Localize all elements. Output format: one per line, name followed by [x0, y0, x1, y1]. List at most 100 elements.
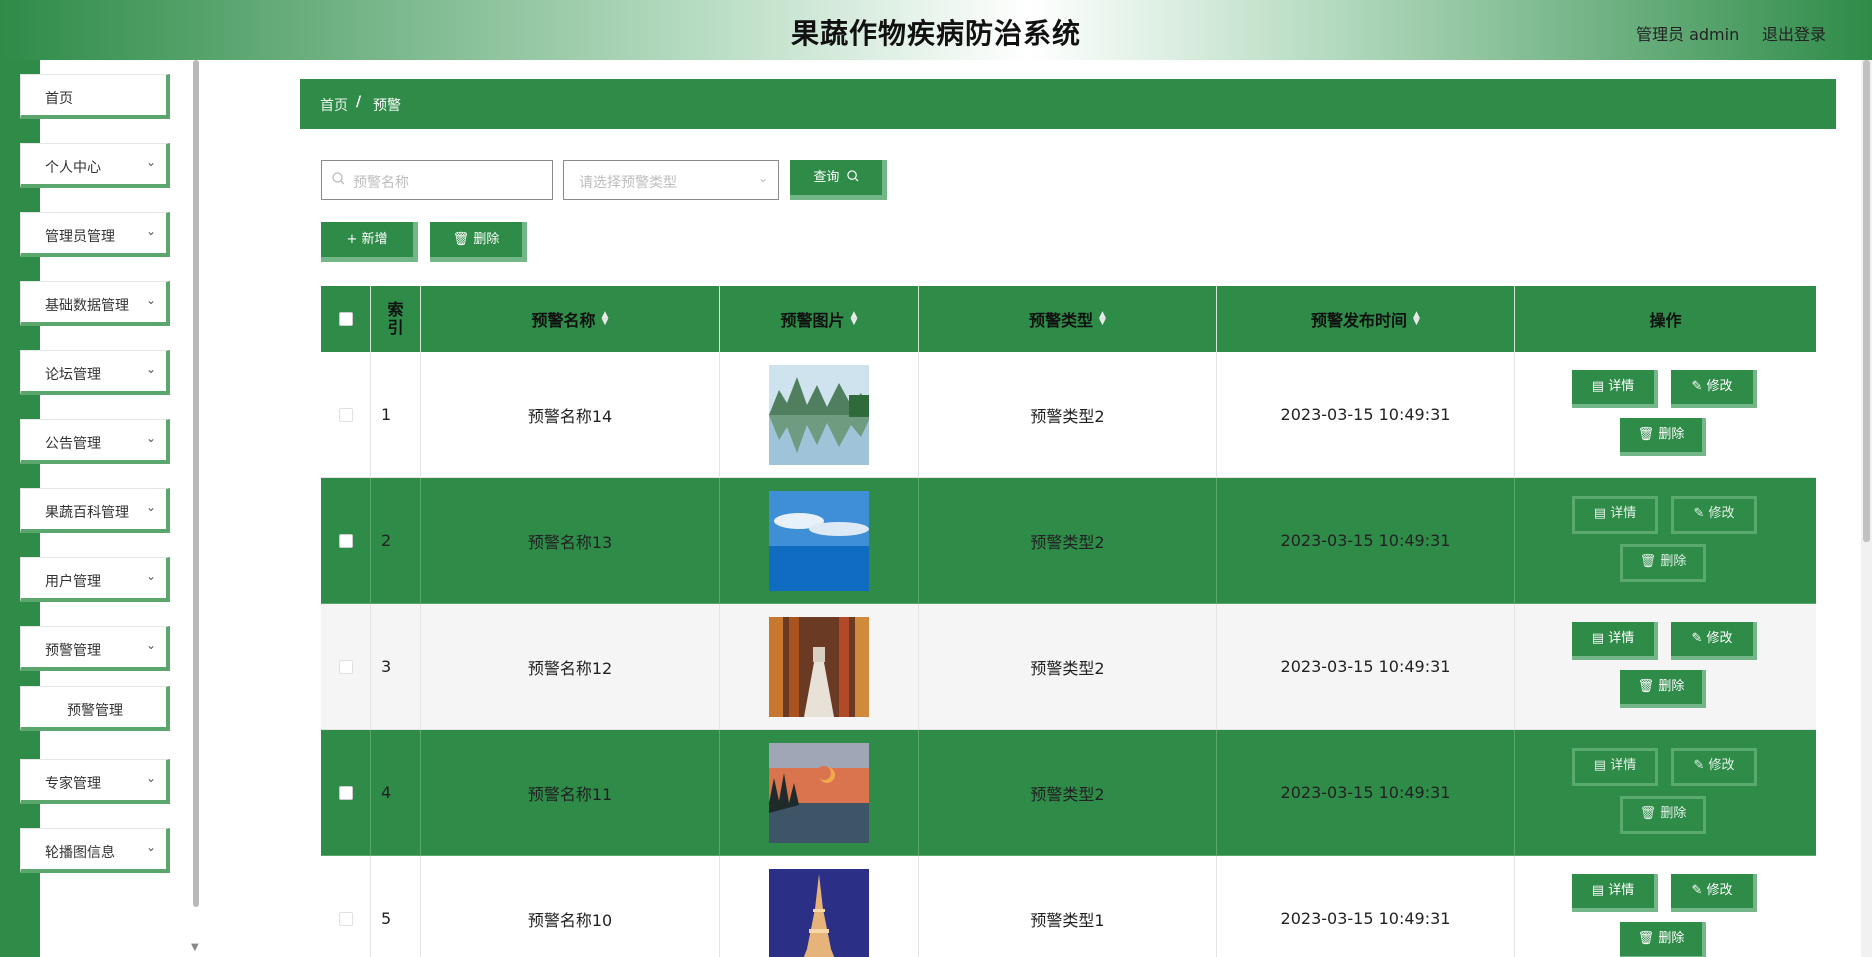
- delete-button[interactable]: 🗑 删除: [1620, 796, 1706, 834]
- warning-image-eiffel-tower[interactable]: [769, 868, 869, 957]
- warning-image-corridor[interactable]: [769, 616, 869, 717]
- time-cell: 2023-03-15 10:49:31: [1217, 478, 1515, 604]
- row-checkbox[interactable]: [338, 659, 353, 674]
- trash-icon: 🗑: [1637, 427, 1655, 442]
- plus-icon: +: [346, 232, 358, 247]
- sidebar: 首页 个人中心 ⌄ 管理员管理 ⌄ 基础数据管理 ⌄ 论坛管理 ⌄ 公告管理 ⌄…: [0, 60, 200, 957]
- sidebar-item-label: 专家管理: [45, 776, 101, 792]
- sidebar-item-carousel[interactable]: 轮播图信息 ⌄: [20, 828, 170, 873]
- sort-icon[interactable]: ▲ ▼: [602, 311, 609, 327]
- detail-button[interactable]: ▤ 详情: [1572, 496, 1658, 534]
- edit-button[interactable]: ✎ 修改: [1671, 748, 1757, 786]
- sidebar-item-experts[interactable]: 专家管理 ⌄: [20, 759, 170, 804]
- warning-table: 索引 预警名称 ▲ ▼ 预警图片 ▲ ▼ 预警类型 ▲ ▼ 预警发布时间 ▲ ▼ 操作 1 预警…: [321, 286, 1816, 957]
- edit-button[interactable]: ✎ 修改: [1671, 496, 1757, 534]
- detail-button[interactable]: ▤ 详情: [1572, 874, 1658, 912]
- column-header-actions: 操作: [1515, 286, 1816, 352]
- detail-button[interactable]: ▤ 详情: [1572, 622, 1658, 660]
- chevron-down-icon: ⌄: [145, 155, 156, 169]
- sidebar-item-label: 基础数据管理: [45, 298, 129, 314]
- chevron-down-icon: ⌄: [145, 840, 156, 854]
- table-row: 3 预警名称12 预警类型2 2023-03-15 10:49:31 ▤ 详情 …: [321, 604, 1816, 730]
- column-header-image[interactable]: 预警图片 ▲ ▼: [720, 286, 919, 352]
- column-label: 操作: [1649, 311, 1682, 330]
- delete-button[interactable]: 🗑 删除: [1620, 670, 1706, 708]
- warning-type-select[interactable]: 请选择预警类型 ⌄: [563, 160, 779, 200]
- name-cell: 预警名称13: [421, 478, 720, 604]
- index-cell: 5: [371, 856, 421, 957]
- column-header-name[interactable]: 预警名称 ▲ ▼: [421, 286, 720, 352]
- delete-button[interactable]: 🗑 删除: [1620, 418, 1706, 456]
- delete-label: 删除: [1660, 806, 1687, 821]
- trash-icon: 🗑: [1637, 679, 1655, 694]
- row-checkbox[interactable]: [338, 407, 353, 422]
- row-checkbox[interactable]: [338, 911, 353, 926]
- add-button[interactable]: + 新增: [321, 222, 418, 262]
- page-scrollbar[interactable]: [1861, 60, 1872, 957]
- row-select-cell: [321, 730, 371, 856]
- sidebar-item-forum[interactable]: 论坛管理 ⌄: [20, 350, 170, 395]
- search-placeholder: 预警名称: [353, 175, 409, 191]
- sidebar-item-encyclopedia[interactable]: 果蔬百科管理 ⌄: [20, 488, 170, 533]
- edit-label: 修改: [1706, 379, 1733, 394]
- edit-button[interactable]: ✎ 修改: [1671, 622, 1757, 660]
- detail-button[interactable]: ▤ 详情: [1572, 748, 1658, 786]
- warning-image-ocean-sky[interactable]: [769, 490, 869, 591]
- breadcrumb-home[interactable]: 首页: [320, 95, 348, 115]
- warning-image-mountain-lake[interactable]: [769, 364, 869, 465]
- warning-name-search-input[interactable]: 预警名称: [321, 160, 553, 200]
- warning-image-moon-sunset[interactable]: [769, 742, 869, 843]
- index-cell: 1: [371, 352, 421, 478]
- batch-delete-button[interactable]: 🗑 删除: [430, 222, 527, 262]
- row-checkbox[interactable]: [338, 785, 353, 800]
- name-cell: 预警名称14: [421, 352, 720, 478]
- sidebar-item-users[interactable]: 用户管理 ⌄: [20, 557, 170, 602]
- delete-label: 删除: [1658, 679, 1685, 694]
- column-header-type[interactable]: 预警类型 ▲ ▼: [919, 286, 1217, 352]
- sidebar-scroll-thumb[interactable]: [193, 60, 199, 907]
- scroll-down-arrow-icon[interactable]: ▼: [191, 942, 199, 953]
- page-scroll-thumb[interactable]: [1863, 60, 1870, 542]
- sidebar-item-profile[interactable]: 个人中心 ⌄: [20, 143, 170, 188]
- delete-label: 删除: [1658, 427, 1685, 442]
- edit-button[interactable]: ✎ 修改: [1671, 874, 1757, 912]
- pencil-icon: ✎: [1693, 758, 1705, 773]
- sort-icon[interactable]: ▲ ▼: [1413, 311, 1420, 327]
- column-header-time[interactable]: 预警发布时间 ▲ ▼: [1217, 286, 1515, 352]
- pencil-icon: ✎: [1691, 883, 1703, 898]
- image-cell: [720, 856, 919, 957]
- actions-cell: [1515, 730, 1816, 856]
- sort-icon[interactable]: ▲ ▼: [851, 311, 858, 327]
- search-icon: [332, 172, 345, 189]
- sidebar-subitem-warnings[interactable]: 预警管理: [20, 686, 170, 731]
- sidebar-item-notices[interactable]: 公告管理 ⌄: [20, 419, 170, 464]
- row-select-cell: [321, 856, 371, 957]
- delete-button[interactable]: 🗑 删除: [1620, 544, 1706, 582]
- time-cell: 2023-03-15 10:49:31: [1217, 856, 1515, 957]
- query-button[interactable]: 查询: [790, 160, 887, 200]
- edit-label: 修改: [1708, 506, 1735, 521]
- name-cell: 预警名称10: [421, 856, 720, 957]
- actions-cell: [1515, 478, 1816, 604]
- edit-button[interactable]: ✎ 修改: [1671, 370, 1757, 408]
- table-row: 2 预警名称13 预警类型2 2023-03-15 10:49:31 ▤ 详情 …: [321, 478, 1816, 604]
- sidebar-item-warnings[interactable]: 预警管理 ⌄: [20, 626, 170, 671]
- breadcrumb: 首页 / 预警: [300, 79, 1836, 129]
- top-header: 果蔬作物疾病防治系统 管理员 admin 退出登录: [0, 0, 1872, 60]
- sidebar-item-home[interactable]: 首页: [20, 74, 170, 119]
- sidebar-item-admins[interactable]: 管理员管理 ⌄: [20, 212, 170, 257]
- column-label: 预警图片: [780, 311, 845, 330]
- sidebar-item-basic-data[interactable]: 基础数据管理 ⌄: [20, 281, 170, 326]
- time-cell: 2023-03-15 10:49:31: [1217, 352, 1515, 478]
- row-checkbox[interactable]: [338, 533, 353, 548]
- select-placeholder: 请选择预警类型: [579, 175, 677, 191]
- logout-link[interactable]: 退出登录: [1762, 21, 1826, 45]
- actions-cell: [1515, 604, 1816, 730]
- index-cell: 2: [371, 478, 421, 604]
- type-cell: 预警类型2: [919, 352, 1217, 478]
- detail-button[interactable]: ▤ 详情: [1572, 370, 1658, 408]
- select-all-checkbox[interactable]: [338, 312, 353, 326]
- delete-button[interactable]: 🗑 删除: [1620, 922, 1706, 957]
- sort-icon[interactable]: ▲ ▼: [1099, 311, 1106, 327]
- edit-label: 修改: [1706, 631, 1733, 646]
